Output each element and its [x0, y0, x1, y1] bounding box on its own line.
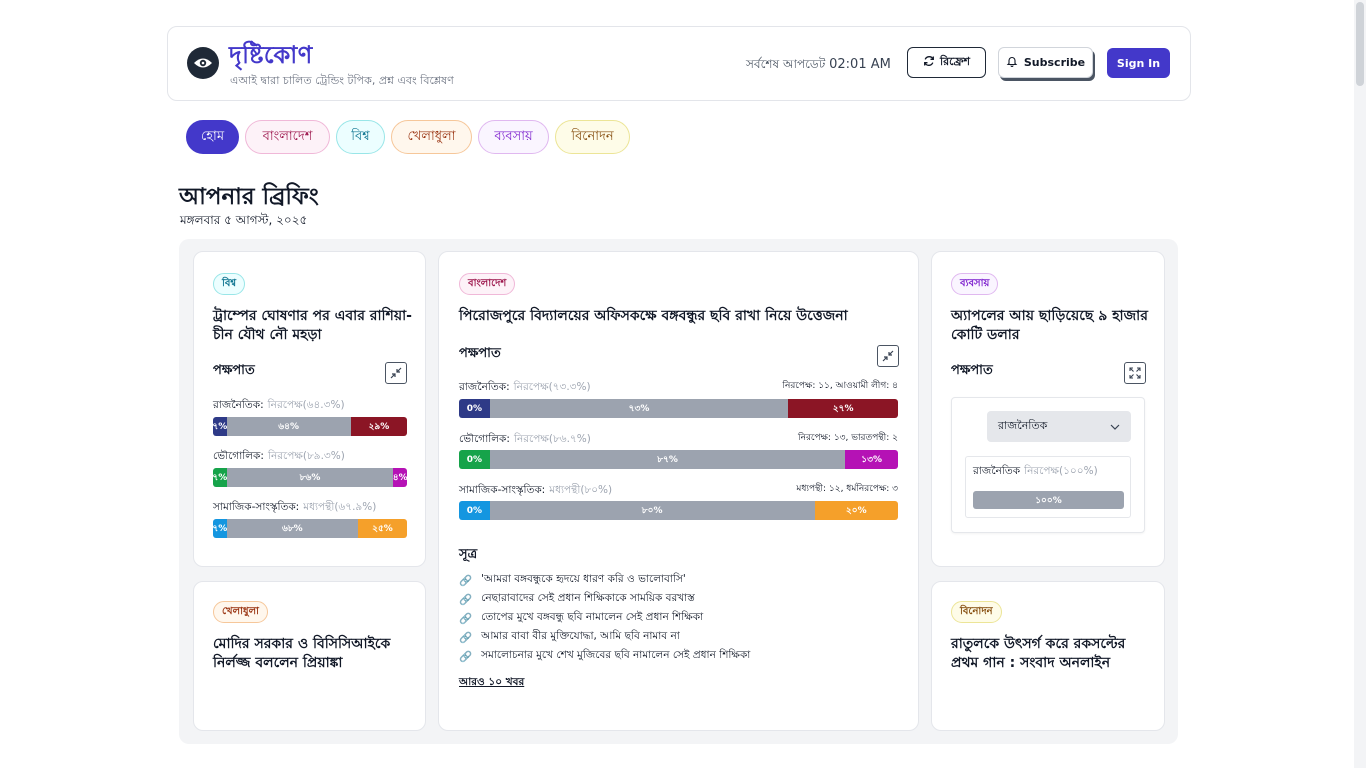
card-title[interactable]: রাতুলকে উৎসর্গ করে রকসল্টের প্রথম গান : …: [951, 635, 1151, 673]
bias-bar-political: ১০০%: [973, 491, 1124, 509]
eye-logo-icon[interactable]: [187, 47, 219, 79]
category-business[interactable]: ব্যবসায়: [478, 120, 549, 154]
scrollbar-thumb[interactable]: [1356, 2, 1364, 86]
source-link[interactable]: 🔗 সমালোচনার মুখে শেখ মুজিবের ছবি নামালেন …: [459, 648, 750, 665]
expand-icon[interactable]: [1124, 362, 1146, 384]
bias-row-label: সামাজিক-সাংস্কৃতিক: মধ্যপন্থী(৬৭.৯%): [213, 501, 377, 513]
collapse-icon[interactable]: [877, 345, 899, 367]
news-card-bangladesh[interactable]: বাংলাদেশ পিরোজপুরে বিদ্যালয়ের অফিসকক্ষে…: [438, 251, 919, 731]
link-icon: 🔗: [459, 613, 473, 625]
card-tag[interactable]: ব্যবসায়: [951, 273, 999, 295]
select-value: রাজনৈতিক: [998, 419, 1048, 432]
category-home[interactable]: হোম: [186, 120, 239, 154]
bell-icon: [1006, 55, 1018, 70]
link-icon: 🔗: [459, 575, 473, 587]
bias-segment-3: ২৭%: [788, 399, 898, 418]
category-world[interactable]: বিশ্ব: [336, 120, 385, 154]
news-card-world[interactable]: বিশ্ব ট্রাম্পের ঘোষণার পর এবার রাশিয়া-চ…: [193, 251, 426, 567]
bias-row-counts: নিরপেক্ষ: ১৩, ভারতপন্থী: ২: [798, 433, 898, 443]
bias-bar-sociocultural: 0% ৮০% ২০%: [459, 501, 898, 520]
sources-title: সূত্র: [459, 547, 478, 562]
card-title[interactable]: মোদির সরকার ও বিসিসিআইকে নির্লজ্জ বললেন …: [213, 635, 413, 673]
chevron-down-icon: [1110, 420, 1120, 433]
bias-segment-3: ২০%: [814, 501, 898, 520]
category-entertainment[interactable]: বিনোদন: [555, 120, 630, 154]
page-scrollbar[interactable]: [1354, 0, 1366, 768]
bias-segment-3: ২৫%: [357, 519, 407, 538]
bias-segment-1: 0%: [459, 399, 490, 418]
subscribe-label: Subscribe: [1023, 56, 1086, 69]
bias-segment-2: ৬৮%: [226, 519, 358, 538]
more-news-link[interactable]: আরও ১০ খবর: [459, 675, 524, 692]
news-card-business[interactable]: ব্যবসায় অ্যাপলের আয় ছাড়িয়েছে ৯ হাজার…: [931, 251, 1165, 567]
last-update: সর্বশেষ আপডেট 02:01 AM: [746, 56, 891, 76]
source-link[interactable]: 🔗 'আমরা বঙ্গবন্ধুকে হৃদয়ে ধারণ করি ও ভাল…: [459, 572, 686, 589]
bias-segment-1: 0%: [459, 501, 490, 520]
bias-row-counts: মধ্যপন্থী: ১২, ধর্মনিরপেক্ষ: ৩: [796, 484, 898, 494]
bias-segment-3: ৪%: [393, 468, 407, 487]
bias-segment-2: ৭৩%: [489, 399, 789, 418]
news-card-entertainment[interactable]: বিনোদন রাতুলকে উৎসর্গ করে রকসল্টের প্রথম…: [931, 581, 1165, 731]
card-tag[interactable]: খেলাধুলা: [213, 601, 268, 623]
collapse-icon[interactable]: [385, 362, 407, 384]
bias-row-label: রাজনৈতিক নিরপেক্ষ(১০০%): [973, 465, 1098, 477]
bias-bar-sociocultural: ৭% ৬৮% ২৫%: [213, 519, 407, 538]
source-link[interactable]: 🔗 নেছারাবাদের সেই প্রধান শিক্ষিকাকে সাময়…: [459, 591, 695, 608]
bias-type-select[interactable]: রাজনৈতিক: [987, 411, 1131, 442]
bias-row-label: ভৌগোলিক: নিরপেক্ষ(৮৬.৭%): [459, 433, 591, 445]
last-update-label: সর্বশেষ আপডেট: [746, 57, 826, 71]
bias-segment-2: ৬৪%: [226, 417, 351, 436]
card-tag[interactable]: বিশ্ব: [213, 273, 246, 295]
bias-segment-1: ৭%: [213, 519, 227, 538]
card-title[interactable]: ট্রাম্পের ঘোষণার পর এবার রাশিয়া-চীন যৌথ…: [213, 307, 413, 345]
bias-segment-2: ৮৭%: [489, 450, 846, 469]
card-title[interactable]: অ্যাপলের আয় ছাড়িয়েছে ৯ হাজার কোটি ডলা…: [951, 307, 1151, 345]
bias-row-label: সামাজিক-সাংস্কৃতিক: মধ্যপন্থী(৮০%): [459, 484, 613, 496]
card-tag[interactable]: বাংলাদেশ: [459, 273, 516, 295]
link-icon: 🔗: [459, 594, 473, 606]
bias-title: পক্ষপাত: [213, 363, 255, 378]
brand-name[interactable]: দৃষ্টিকোণ: [229, 37, 313, 77]
bias-bar-political: 0% ৭৩% ২৭%: [459, 399, 898, 418]
bias-segment-2: ৮০%: [489, 501, 815, 520]
brand-tagline: এআই দ্বারা চালিত ট্রেন্ডিং টপিক, প্রশ্ন …: [230, 74, 454, 87]
source-link[interactable]: 🔗 তোপের মুখে বঙ্গবন্ধু ছবি নামালেন সেই প্…: [459, 610, 703, 627]
category-sports[interactable]: খেলাধুলা: [391, 120, 472, 154]
bias-segment-3: ২৯%: [350, 417, 407, 436]
bias-row-label: রাজনৈতিক: নিরপেক্ষ(৭৩.৩%): [459, 381, 591, 393]
bias-detail-box: রাজনৈতিক নিরপেক্ষ(১০০%) ১০০%: [965, 456, 1131, 518]
category-bangladesh[interactable]: বাংলাদেশ: [245, 120, 330, 154]
refresh-button[interactable]: রিফ্রেশ: [907, 47, 986, 78]
source-link[interactable]: 🔗 আমার বাবা বীর মুক্তিযোদ্ধা, আমি ছবি নাম…: [459, 629, 680, 646]
card-title[interactable]: পিরোজপুরে বিদ্যালয়ের অফিসকক্ষে বঙ্গবন্ধ…: [459, 307, 899, 326]
bias-row-counts: নিরপেক্ষ: ১১, আওয়ামী লীগ: ৪: [782, 381, 898, 391]
site-header: দৃষ্টিকোণ এআই দ্বারা চালিত ট্রেন্ডিং টপি…: [167, 26, 1191, 101]
bias-bar-geographic: 0% ৮৭% ১৩%: [459, 450, 898, 469]
bias-segment-2: ৮৬%: [226, 468, 394, 487]
link-icon: 🔗: [459, 632, 473, 644]
bias-title: পক্ষপাত: [951, 363, 993, 378]
link-icon: 🔗: [459, 651, 473, 663]
bias-row-label: ভৌগোলিক: নিরপেক্ষ(৮৯.৩%): [213, 450, 345, 462]
bias-segment-3: ১৩%: [845, 450, 898, 469]
bias-title: পক্ষপাত: [459, 346, 501, 361]
bias-row-label: রাজনৈতিক: নিরপেক্ষ(৬৪.৩%): [213, 399, 345, 411]
bias-bar-geographic: ৭% ৮৬% ৪%: [213, 468, 407, 487]
bias-dropdown-panel: রাজনৈতিক রাজনৈতিক নিরপেক্ষ(১০০%) ১০০%: [951, 397, 1145, 533]
refresh-icon: [923, 55, 935, 70]
refresh-label: রিফ্রেশ: [939, 55, 971, 68]
subscribe-button[interactable]: Subscribe: [998, 47, 1093, 78]
bias-bar-political: ৭% ৬৪% ২৯%: [213, 417, 407, 436]
last-update-time: 02:01 AM: [829, 57, 891, 72]
page-date: মঙ্গলবার ৫ আগস্ট, ২০২৫: [180, 213, 308, 227]
bias-segment-1: ১০০%: [973, 491, 1124, 509]
bias-segment-1: ৭%: [213, 417, 227, 436]
bias-segment-1: 0%: [459, 450, 490, 469]
card-tag[interactable]: বিনোদন: [951, 601, 1002, 623]
bias-segment-1: ৭%: [213, 468, 227, 487]
news-card-sports[interactable]: খেলাধুলা মোদির সরকার ও বিসিসিআইকে নির্লজ…: [193, 581, 426, 731]
signin-button[interactable]: Sign In: [1107, 48, 1170, 78]
